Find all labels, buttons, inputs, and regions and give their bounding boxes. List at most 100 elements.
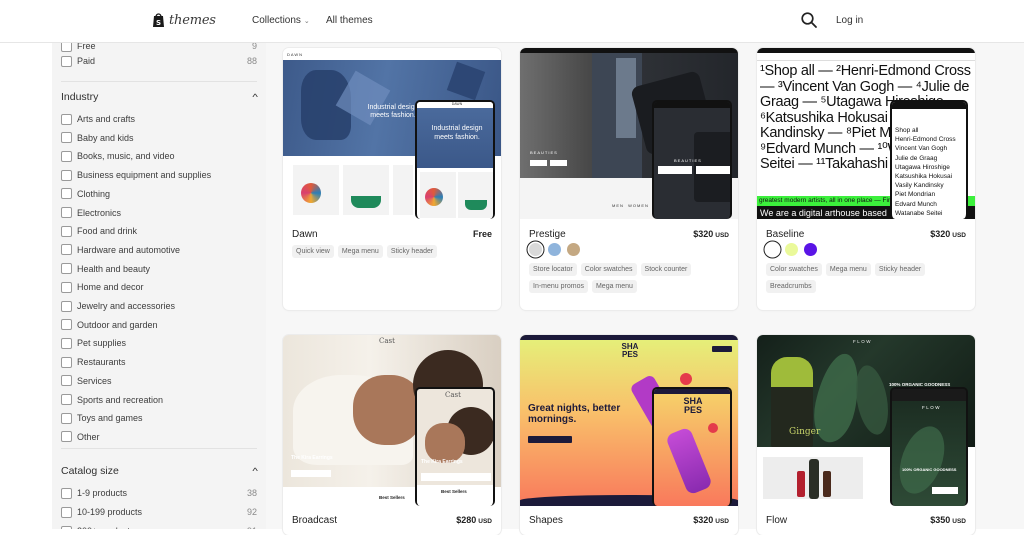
checkbox[interactable] xyxy=(61,412,72,424)
shopify-themes-logo[interactable]: S themes xyxy=(152,12,216,28)
color-swatch[interactable] xyxy=(567,243,580,256)
nav-all-themes[interactable]: All themes xyxy=(326,15,373,26)
checkbox[interactable] xyxy=(61,150,72,162)
checkbox[interactable] xyxy=(61,487,72,499)
checkbox[interactable] xyxy=(61,263,72,275)
checkbox[interactable] xyxy=(61,55,72,67)
theme-price: $280 USD xyxy=(456,515,492,525)
catalog-size-section-header[interactable]: Catalog size ^ xyxy=(61,465,258,477)
preview-mobile-list-item: Katsushika Hokusai xyxy=(895,173,953,181)
theme-preview-image[interactable]: BEAUTIES MEN WOMEN BEAUTIES xyxy=(520,48,738,219)
feature-tag: Breadcrumbs xyxy=(766,280,816,293)
preview-ticker: greatest modern artists, all in one plac… xyxy=(759,197,905,204)
checkbox[interactable] xyxy=(61,356,72,368)
industry-filter-item[interactable]: Arts and crafts xyxy=(61,111,257,127)
industry-filter-item[interactable]: Hardware and automotive xyxy=(61,242,257,258)
industry-filter-item[interactable]: Home and decor xyxy=(61,279,257,295)
theme-preview-image[interactable]: SHA PES Great nights, better mornings. S… xyxy=(520,335,738,506)
checkbox[interactable] xyxy=(61,188,72,200)
theme-card-shapes[interactable]: SHA PES Great nights, better mornings. S… xyxy=(520,335,738,535)
industry-filter-item[interactable]: Jewelry and accessories xyxy=(61,298,257,314)
industry-filter-item[interactable]: Outdoor and garden xyxy=(61,317,257,333)
industry-filter-item[interactable]: Sports and recreation xyxy=(61,392,257,408)
industry-section-header[interactable]: Industry ^ xyxy=(61,91,258,103)
color-swatch[interactable] xyxy=(548,243,561,256)
industry-filter-item[interactable]: Toys and games xyxy=(61,410,257,426)
theme-name[interactable]: Shapes xyxy=(529,515,563,526)
filter-price-paid[interactable]: Paid 88 xyxy=(61,53,257,69)
industry-filter-item[interactable]: Business equipment and supplies xyxy=(61,167,257,183)
chevron-up-icon[interactable]: ^ xyxy=(252,466,258,476)
catalog-size-filter-item[interactable]: 1-9 products 38 xyxy=(61,485,257,501)
nav-collections[interactable]: Collections ⌄ xyxy=(252,15,310,26)
checkbox[interactable] xyxy=(61,319,72,331)
industry-filter-item[interactable]: Services xyxy=(61,373,257,389)
theme-preview-image[interactable]: DAWN Industrial design meets fashion. DA… xyxy=(283,48,501,219)
checkbox[interactable] xyxy=(61,394,72,405)
filter-label: 1-9 products xyxy=(77,488,128,498)
checkbox[interactable] xyxy=(61,300,72,312)
logo-text: themes xyxy=(169,12,216,28)
checkbox[interactable] xyxy=(61,244,72,256)
checkbox[interactable] xyxy=(61,132,72,144)
industry-filter-item[interactable]: Books, music, and video xyxy=(61,148,257,164)
theme-card-dawn[interactable]: DAWN Industrial design meets fashion. DA… xyxy=(283,48,501,310)
login-link[interactable]: Log in xyxy=(836,15,863,26)
chevron-up-icon[interactable]: ^ xyxy=(252,92,258,102)
color-swatches xyxy=(766,243,817,256)
checkbox[interactable] xyxy=(61,506,72,518)
industry-filter-item[interactable]: Other xyxy=(61,429,257,445)
theme-preview-image[interactable]: ¹Shop all — ²Henri-Edmond Cross — ³Vince… xyxy=(757,48,975,219)
feature-tags: Color swatches Mega menu Sticky header B… xyxy=(766,263,966,293)
filter-count: 92 xyxy=(246,507,257,517)
checkbox[interactable] xyxy=(61,207,72,218)
catalog-size-filter-item[interactable]: 200+ products91 xyxy=(61,523,257,529)
preview-mobile-list-item: Piet Mondrian xyxy=(895,191,936,199)
preview-headline: The Kira Earrings xyxy=(291,455,333,461)
color-swatches xyxy=(529,243,580,256)
theme-name[interactable]: Flow xyxy=(766,515,787,526)
catalog-size-filter-item[interactable]: 10-199 products 92 xyxy=(61,504,257,520)
theme-preview-image[interactable]: Cast The Kira Earrings Best Sellers Cast… xyxy=(283,335,501,506)
checkbox[interactable] xyxy=(61,431,72,443)
theme-price: $350 USD xyxy=(930,515,966,525)
color-swatch[interactable] xyxy=(804,243,817,256)
feature-tag: In-menu promos xyxy=(529,280,588,293)
preview-headline: Great nights, better mornings. xyxy=(528,403,621,425)
checkbox[interactable] xyxy=(61,337,72,349)
checkbox[interactable] xyxy=(61,225,72,237)
color-swatch[interactable] xyxy=(766,243,779,256)
search-icon[interactable] xyxy=(800,11,818,29)
industry-filter-item[interactable]: Health and beauty xyxy=(61,261,257,277)
industry-filter-item[interactable]: Baby and kids xyxy=(61,130,257,146)
theme-card-broadcast[interactable]: Cast The Kira Earrings Best Sellers Cast… xyxy=(283,335,501,535)
industry-filter-item[interactable]: Food and drink xyxy=(61,223,257,239)
filter-label: Toys and games xyxy=(77,413,143,424)
industry-filter-item[interactable]: Clothing xyxy=(61,186,257,202)
theme-card-prestige[interactable]: BEAUTIES MEN WOMEN BEAUTIES Prestige $32… xyxy=(520,48,738,310)
feature-tag: Mega menu xyxy=(591,280,637,293)
industry-filter-item[interactable]: Electronics xyxy=(61,205,257,221)
checkbox[interactable] xyxy=(61,169,72,181)
industry-filter-item[interactable]: Restaurants xyxy=(61,354,257,370)
checkbox[interactable] xyxy=(61,281,72,293)
theme-name[interactable]: Prestige xyxy=(529,229,566,240)
filter-sidebar[interactable]: Free 9 Paid 88 Industry ^ Arts and craft… xyxy=(52,43,266,529)
color-swatch[interactable] xyxy=(785,243,798,256)
nav-all-themes-label: All themes xyxy=(326,15,373,26)
theme-card-baseline[interactable]: ¹Shop all — ²Henri-Edmond Cross — ³Vince… xyxy=(757,48,975,310)
left-gutter xyxy=(0,43,52,529)
color-swatch[interactable] xyxy=(529,243,542,256)
section-title: Catalog size xyxy=(61,465,119,477)
theme-name[interactable]: Dawn xyxy=(292,229,318,240)
checkbox[interactable] xyxy=(61,113,72,125)
theme-name[interactable]: Baseline xyxy=(766,229,804,240)
checkbox[interactable] xyxy=(61,525,72,529)
theme-card-flow[interactable]: Ginger FLOW 100% ORGANIC GOODNESS FLOW 1… xyxy=(757,335,975,535)
checkbox[interactable] xyxy=(61,43,72,52)
theme-name[interactable]: Broadcast xyxy=(292,515,337,526)
feature-tag: Quick view xyxy=(292,245,334,258)
theme-preview-image[interactable]: Ginger FLOW 100% ORGANIC GOODNESS FLOW 1… xyxy=(757,335,975,506)
checkbox[interactable] xyxy=(61,375,72,387)
industry-filter-item[interactable]: Pet supplies xyxy=(61,335,257,351)
